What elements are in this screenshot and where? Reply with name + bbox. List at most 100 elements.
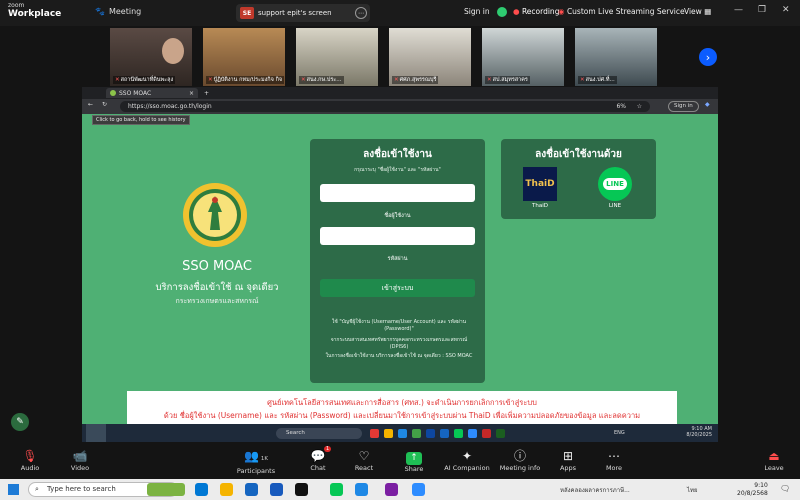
tiktok-icon[interactable] — [295, 483, 308, 496]
participant-tile[interactable]: ✕สนง.ปศ.ที่... — [575, 28, 657, 86]
browser-icon — [398, 429, 407, 438]
leave-label: Leave — [764, 464, 784, 472]
line-taskbar-icon[interactable] — [330, 483, 343, 496]
more-button[interactable]: ⋯ More — [584, 448, 644, 472]
new-tab-button[interactable]: + — [204, 90, 209, 97]
video-button[interactable]: 📹 Video — [50, 448, 110, 472]
participant-tile[interactable]: ✕ปู้ฏิบัติงาน กทม/ประมงกิจ กิจ — [203, 28, 285, 86]
meeting-info-label: Meeting info — [499, 464, 541, 472]
sso-login-page: SSO MOAC บริการลงชื่อเข้าใช้ ณ จุดเดียว … — [82, 114, 718, 424]
participant-tile[interactable]: ✕สนง.กษ.ประ... — [296, 28, 378, 86]
recording-indicator[interactable]: ● Recording — [513, 7, 559, 16]
minimize-button[interactable]: — — [734, 5, 743, 15]
back-arrow-icon[interactable]: ← — [88, 101, 93, 108]
login-submit-button[interactable]: เข้าสู่ระบบ — [320, 279, 475, 297]
participants-button[interactable]: 👥 1K Participants — [226, 448, 286, 475]
app-icon — [370, 429, 379, 438]
windows-time: 9:10 — [754, 482, 768, 489]
app-taskbar-icon[interactable] — [385, 483, 398, 496]
login-note-2: จากระบบสารสนเทศทรัพยากรบุคคลกระทรวงเกษตร… — [330, 337, 468, 350]
shared-screen-taskbar: Search ENG 9:10 AM 8/20/2025 — [82, 424, 718, 442]
sso-options-title: ลงชื่อเข้าใช้งานด้วย — [535, 149, 622, 160]
participant-name-text: สนง.กษ.ประ... — [306, 77, 342, 83]
view-label: View — [684, 7, 702, 16]
participant-strip: ✕สถานีพัฒนาที่ดินพะลุง ✕ปู้ฏิบัติงาน กทม… — [0, 28, 800, 86]
paw-icon: 🐾 — [95, 7, 105, 16]
login-hint: กรุณาระบุ "ชื่อผู้ใช้งาน" และ "รหัสผ่าน" — [354, 167, 441, 173]
notification-icon[interactable]: 🗨 — [780, 484, 790, 493]
task-view-icon[interactable] — [195, 483, 208, 496]
zoom-logo-small: zoom — [8, 2, 25, 9]
recording-label: Recording — [521, 7, 560, 16]
meeting-menu[interactable]: 🐾 Meeting — [95, 7, 141, 16]
next-participants-button[interactable]: › — [699, 48, 717, 66]
maximize-button[interactable]: ❐ — [758, 5, 766, 15]
participant-name: ✕สป.สมุทรสาคร — [485, 76, 530, 84]
annotate-pencil-button[interactable]: ✎ — [11, 413, 29, 431]
username-label: ชื่อผู้ใช้งาน — [384, 213, 411, 219]
live-stream-indicator[interactable]: ◉ Custom Live Streaming Service — [558, 7, 685, 16]
username-field[interactable] — [320, 184, 475, 202]
share-button[interactable]: ↑ Share — [384, 448, 444, 473]
bookmark-star-icon[interactable]: ☆ — [637, 101, 642, 112]
word-icon — [426, 429, 435, 438]
video-label: Video — [70, 464, 90, 472]
thaid-label: ThaiD — [532, 203, 548, 209]
participants-icon: 👥 1K — [243, 449, 269, 463]
participant-tile[interactable]: ✕ศศภ.สุพรรณบุรี — [389, 28, 471, 86]
chevron-right-icon: › — [705, 50, 711, 64]
tab-close-button[interactable]: × — [189, 90, 194, 97]
active-window-label[interactable]: หลังคลองผลาครการภาษี... — [560, 485, 630, 495]
participant-tile[interactable]: ✕สป.สมุทรสาคร — [482, 28, 564, 86]
password-label: รหัสผ่าน — [387, 256, 408, 262]
view-button[interactable]: View ▦ — [684, 7, 711, 16]
browser-address-bar: ← ↻ https://sso.moac.go.th/login 6% ☆ Si… — [82, 99, 718, 114]
zoom-level: 6% — [616, 103, 626, 110]
mic-off-icon: ✕ — [115, 77, 120, 83]
tab-title: SSO MOAC — [119, 89, 152, 97]
shield-icon — [497, 7, 507, 17]
browser-tab[interactable]: SSO MOAC × — [106, 88, 198, 98]
screen-share-indicator[interactable]: SE support epit's screen ⋯ — [236, 4, 370, 22]
browser-sign-in-button[interactable]: Sign in — [668, 101, 699, 112]
sharer-avatar: SE — [240, 7, 254, 19]
shared-start-icon — [86, 424, 106, 442]
participant-tile[interactable]: ✕สถานีพัฒนาที่ดินพะลุง — [110, 28, 192, 86]
search-icon: ⌕ — [35, 485, 39, 493]
edge-icon[interactable] — [245, 483, 258, 496]
zoom-taskbar-icon[interactable] — [412, 483, 425, 496]
share-more-button[interactable]: ⋯ — [355, 7, 367, 19]
leave-button[interactable]: ⏏ Leave — [744, 448, 800, 472]
file-explorer-icon[interactable] — [220, 483, 233, 496]
view-icon: ▦ — [704, 7, 712, 16]
password-field[interactable] — [320, 227, 475, 245]
more-label: More — [605, 464, 623, 472]
share-label: Share — [404, 465, 424, 473]
thaid-login-button[interactable]: ThaiD — [523, 167, 557, 201]
word-app-icon[interactable] — [270, 483, 283, 496]
reload-icon[interactable]: ↻ — [102, 101, 107, 108]
line-login-button[interactable]: LINE — [598, 167, 632, 201]
weather-widget-icon[interactable] — [147, 483, 185, 496]
close-window-button[interactable]: ✕ — [782, 5, 790, 15]
mail-icon[interactable] — [355, 483, 368, 496]
react-label: React — [354, 464, 374, 472]
sign-in-button[interactable]: Sign in — [464, 7, 490, 16]
announcement-line-1: ศูนย์เทคโนโลยีสารสนเทศและการสื่อสาร (ศทส… — [267, 398, 537, 407]
ai-companion-button[interactable]: ✦ AI Companion — [437, 448, 497, 472]
login-card: ลงชื่อเข้าใช้งาน กรุณาระบุ "ชื่อผู้ใช้งา… — [310, 139, 485, 383]
windows-taskbar: ⌕ Type here to search หลังคลองผลาครการภา… — [0, 479, 800, 500]
favicon-icon — [110, 90, 116, 96]
copilot-icon[interactable]: ◆ — [705, 101, 710, 108]
more-dots-icon: ⋯ — [608, 449, 620, 463]
login-note-1: ใช้ "บัญชีผู้ใช้งาน (Username/User Accou… — [331, 319, 467, 332]
brand-name: SSO MOAC — [182, 259, 252, 274]
windows-lang[interactable]: ไทย — [687, 485, 698, 495]
mic-off-icon: ✕ — [394, 77, 399, 83]
url-field[interactable]: https://sso.moac.go.th/login 6% ☆ — [120, 101, 650, 112]
windows-clock[interactable]: 9:10 20/8/2568 — [737, 482, 768, 497]
windows-start-icon[interactable] — [8, 484, 19, 495]
chat-badge: 1 — [324, 446, 332, 452]
ai-companion-label: AI Companion — [444, 464, 490, 472]
mic-off-icon: ✕ — [580, 77, 585, 83]
